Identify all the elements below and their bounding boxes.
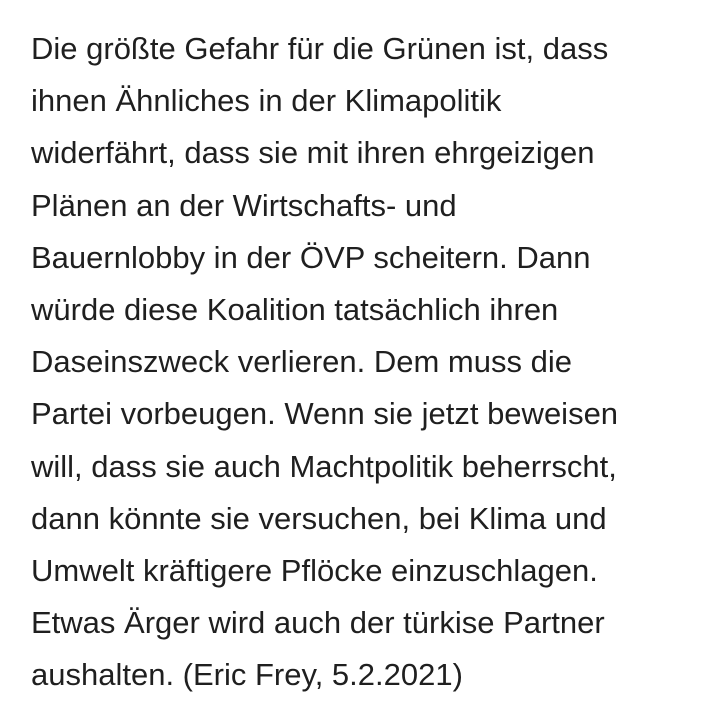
- paragraph-line-4: Plänen an der Wirtschafts- und: [31, 187, 457, 223]
- paragraph-line-13: aushalten. (Eric Frey, 5.2.2021): [31, 657, 463, 693]
- paragraph-line-7: Daseinszweck verlieren. Dem muss die: [31, 344, 572, 380]
- paragraph-line-12: Etwas Ärger wird auch der türkise Partne…: [31, 605, 605, 641]
- article-paragraph: Die größte Gefahr für die Grünen ist, da…: [31, 23, 711, 701]
- paragraph-line-2: ihnen Ähnliches in der Klimapolitik: [31, 83, 502, 119]
- paragraph-line-1: Die größte Gefahr für die Grünen ist, da…: [31, 31, 609, 66]
- paragraph-line-8: Partei vorbeugen. Wenn sie jetzt beweise…: [31, 396, 619, 432]
- paragraph-line-11: Umwelt kräftigere Pflöcke einzuschlagen.: [31, 552, 598, 588]
- paragraph-line-3: widerfährt, dass sie mit ihren ehrgeizig…: [31, 135, 595, 171]
- paragraph-line-5: Bauernlobby in der ÖVP scheitern. Dann: [31, 239, 591, 275]
- paragraph-line-9: will, dass sie auch Machtpolitik beherrs…: [31, 448, 617, 484]
- paragraph-line-10: dann könnte sie versuchen, bei Klima und: [31, 500, 607, 536]
- paragraph-line-6: würde diese Koalition tatsächlich ihren: [31, 291, 559, 327]
